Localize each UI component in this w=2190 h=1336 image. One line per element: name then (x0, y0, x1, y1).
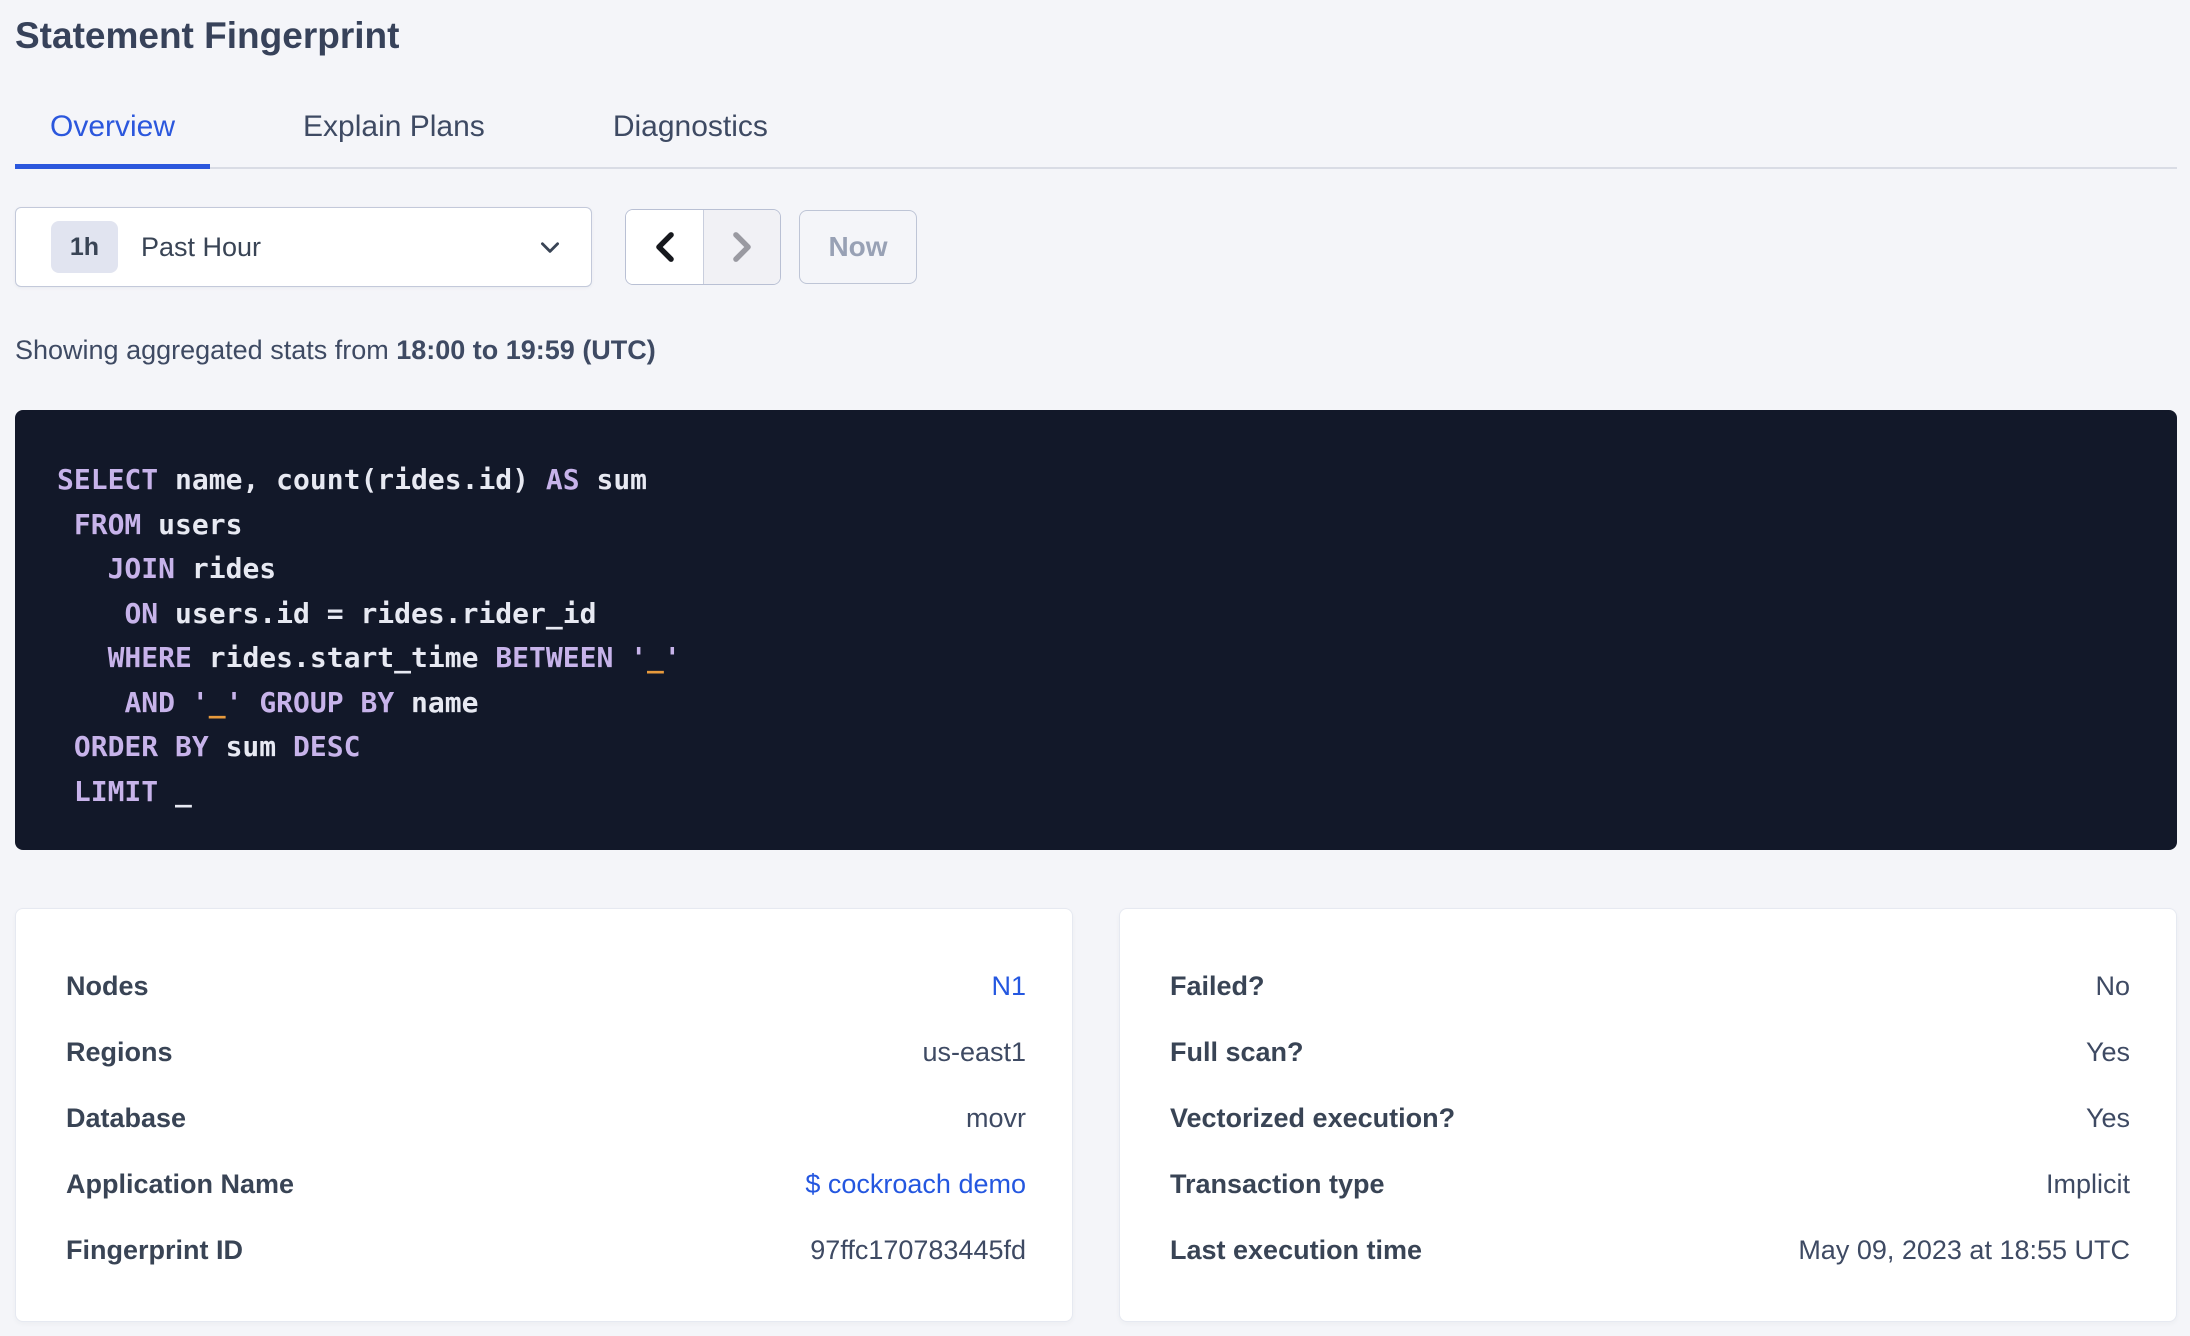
next-time-window-button[interactable] (703, 210, 780, 285)
row-regions: Regions us-east1 (66, 1037, 1026, 1068)
row-label: Full scan? (1170, 1037, 1304, 1068)
chevron-down-icon (541, 242, 559, 254)
row-label: Application Name (66, 1169, 295, 1200)
row-value: us-east1 (922, 1037, 1026, 1068)
row-value: May 09, 2023 at 18:55 UTC (1798, 1235, 2130, 1266)
tab-overview[interactable]: Overview (15, 110, 211, 170)
row-value: No (2095, 971, 2130, 1002)
stats-summary: Showing aggregated stats from 18:00 to 1… (15, 335, 2177, 366)
sql-code: SELECT name, count(rides.id) AS sum FROM… (57, 458, 2137, 814)
sql-line: SELECT name, count(rides.id) AS sum (57, 463, 648, 497)
sql-line: WHERE rides.start_time BETWEEN '_' (107, 641, 681, 675)
time-window-nav (625, 209, 781, 286)
row-label: Vectorized execution? (1170, 1103, 1456, 1134)
time-range-badge: 1h (51, 221, 118, 274)
row-value: Yes (2085, 1037, 2130, 1068)
statement-details-card: Nodes N1 Regions us-east1 Database movr Applic… (15, 908, 1073, 1323)
summary-cards: Nodes N1 Regions us-east1 Database movr Applic… (15, 908, 2177, 1323)
execution-attributes-card: Failed? No Full scan? Yes Vectorized executi… (1119, 908, 2177, 1323)
row-nodes: Nodes N1 (66, 971, 1026, 1002)
sql-line: ON users.id = rides.rider_id (124, 596, 597, 630)
sql-line: LIMIT _ (73, 774, 192, 808)
sql-statement-box: SELECT name, count(rides.id) AS sum FROM… (15, 410, 2177, 851)
time-controls: 1h Past Hour Now (15, 207, 2177, 288)
row-value: Yes (2085, 1103, 2130, 1134)
row-application-name: Application Name $ cockroach demo (66, 1169, 1026, 1200)
tab-diagnostics[interactable]: Diagnostics (578, 110, 803, 169)
row-label: Database (66, 1103, 187, 1134)
row-label: Nodes (66, 971, 149, 1002)
row-transaction-type: Transaction type Implicit (1170, 1169, 2130, 1200)
prev-time-window-button[interactable] (626, 210, 703, 285)
chevron-left-icon (655, 232, 674, 263)
row-database: Database movr (66, 1103, 1026, 1134)
sql-line: AND '_' GROUP BY name (124, 685, 479, 719)
row-full-scan: Full scan? Yes (1170, 1037, 2130, 1068)
row-fingerprint-id: Fingerprint ID 97ffc170783445fd (66, 1235, 1026, 1266)
row-label: Last execution time (1170, 1235, 1423, 1266)
row-label: Regions (66, 1037, 173, 1068)
sql-line: JOIN rides (107, 552, 277, 586)
time-range-dropdown[interactable]: 1h Past Hour (15, 207, 592, 288)
sql-line: FROM users (73, 507, 243, 541)
page-title: Statement Fingerprint (15, 15, 400, 56)
stats-summary-range: 18:00 to 19:59 (UTC) (396, 335, 656, 366)
sql-line: ORDER BY sum DESC (73, 730, 361, 764)
statement-fingerprint-page: Statement Fingerprint Overview Explain Pl… (0, 14, 2190, 1323)
row-value-link[interactable]: $ cockroach demo (805, 1169, 1026, 1200)
chevron-right-icon (733, 232, 751, 263)
row-label: Failed? (1170, 971, 1265, 1002)
tab-explain-plans[interactable]: Explain Plans (268, 110, 520, 169)
stats-summary-prefix: Showing aggregated stats from (15, 335, 397, 366)
row-value: Implicit (2045, 1169, 2130, 1200)
row-vectorized-execution: Vectorized execution? Yes (1170, 1103, 2130, 1134)
row-failed: Failed? No (1170, 971, 2130, 1002)
row-last-execution-time: Last execution time May 09, 2023 at 18:55… (1170, 1235, 2130, 1266)
row-label: Transaction type (1170, 1169, 1385, 1200)
time-range-label: Past Hour (141, 231, 262, 262)
now-button[interactable]: Now (799, 210, 917, 285)
row-value-link[interactable]: N1 (991, 971, 1026, 1002)
row-value: 97ffc170783445fd (810, 1235, 1026, 1266)
tabs: Overview Explain Plans Diagnostics (15, 110, 2177, 170)
row-value: movr (966, 1103, 1026, 1134)
row-label: Fingerprint ID (66, 1235, 243, 1266)
